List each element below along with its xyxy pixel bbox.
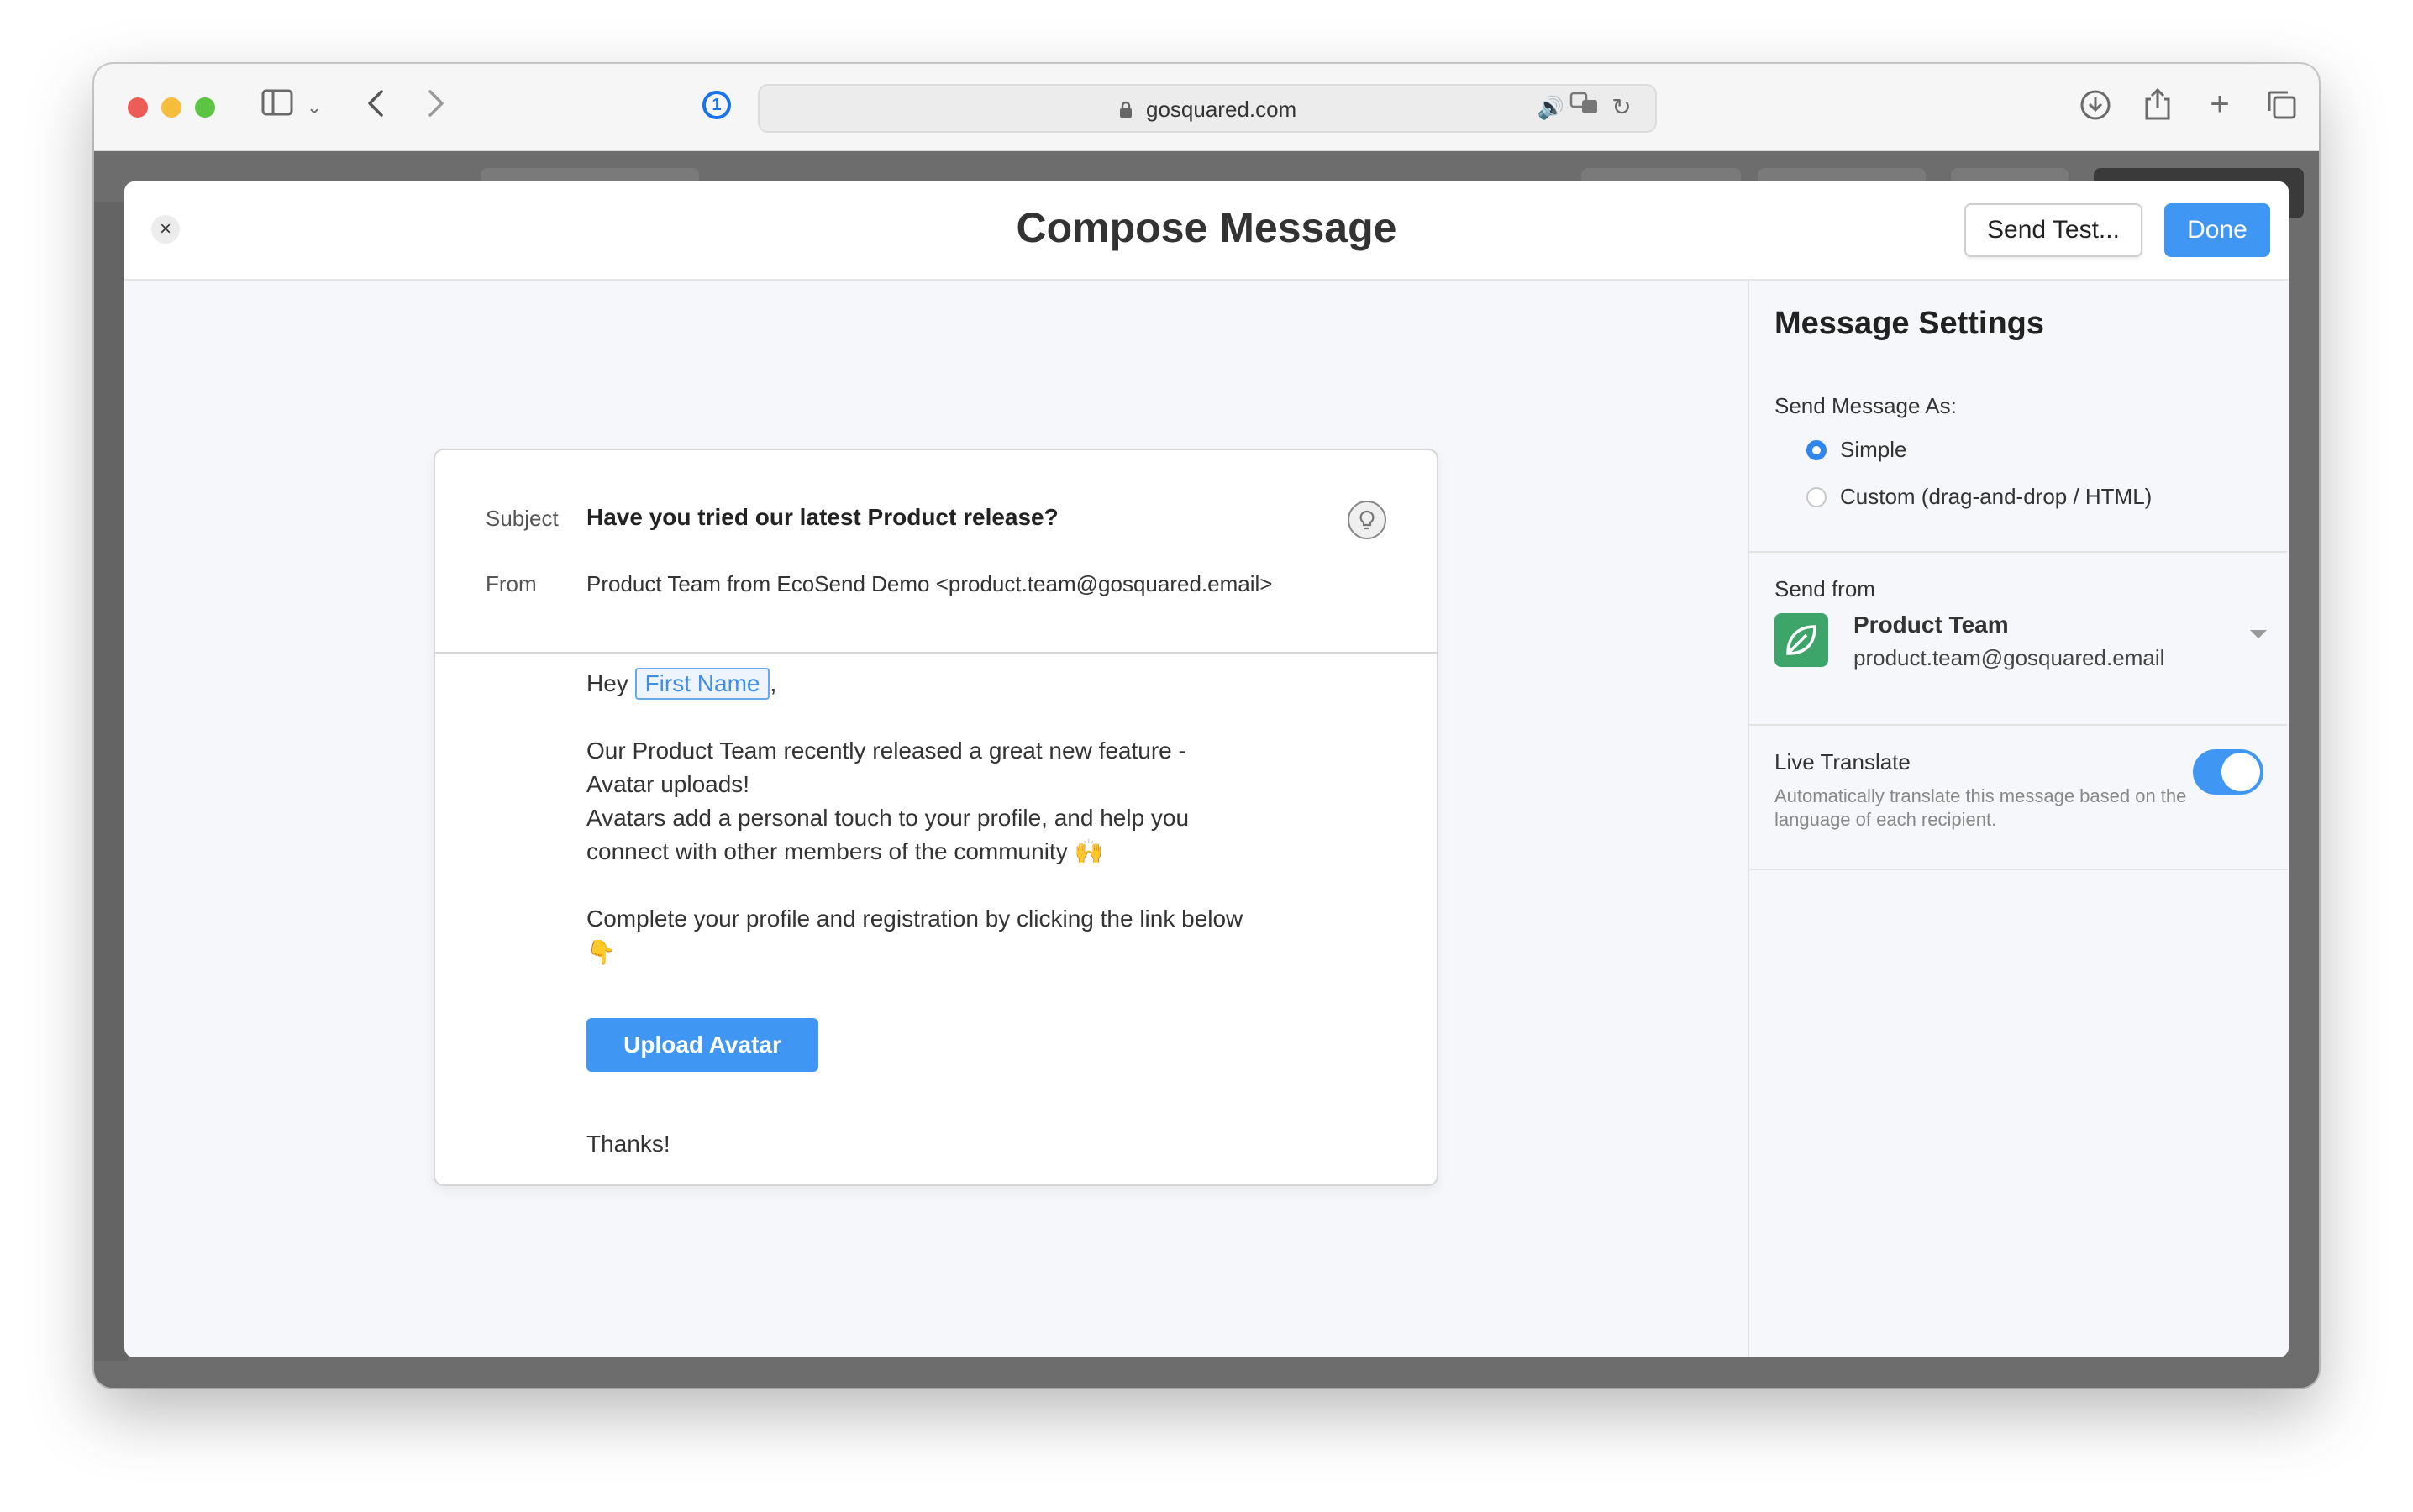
radio-custom[interactable] — [1806, 487, 1827, 507]
radio-simple[interactable] — [1806, 440, 1827, 460]
live-translate-section: Live Translate Automatically translate t… — [1749, 724, 2287, 870]
body-paragraph-3[interactable]: Complete your profile and registration b… — [586, 902, 1259, 969]
signoff-text[interactable]: Thanks! — [586, 1127, 1259, 1161]
zoom-window-button[interactable] — [195, 97, 215, 118]
share-icon[interactable] — [2139, 87, 2176, 129]
settings-title: Message Settings — [1774, 306, 2044, 341]
from-field[interactable]: Product Team from EcoSend Demo <product.… — [586, 571, 1272, 597]
back-icon[interactable] — [363, 89, 388, 125]
upload-avatar-button[interactable]: Upload Avatar — [586, 1018, 818, 1072]
greeting-line[interactable]: Hey First Name, — [586, 667, 1259, 701]
radio-custom-label[interactable]: Custom (drag-and-drop / HTML) — [1840, 484, 2152, 510]
first-name-merge-tag[interactable]: First Name — [634, 668, 770, 700]
send-test-button[interactable]: Send Test... — [1964, 203, 2142, 257]
subject-label: Subject — [486, 506, 559, 531]
backdrop-sidebar — [94, 202, 128, 1361]
send-from-section: Send from Product Team product.team@gosq… — [1749, 551, 2287, 726]
lock-icon — [1118, 97, 1146, 122]
tab-overview-icon[interactable] — [2263, 89, 2300, 129]
greeting-suffix: , — [770, 670, 777, 696]
downloads-icon[interactable] — [2077, 89, 2114, 129]
email-editor-area: Subject Have you tried our latest Produc… — [124, 281, 1748, 1357]
done-button[interactable]: Done — [2164, 203, 2270, 257]
translate-icon[interactable] — [1568, 91, 1601, 125]
browser-toolbar: ⌄ 1 gosquared.com 🔊 ↻ + — [94, 64, 2319, 151]
close-window-button[interactable] — [128, 97, 148, 118]
new-tab-icon[interactable]: + — [2203, 87, 2237, 121]
send-from-label: Send from — [1774, 576, 1875, 601]
reload-icon[interactable]: ↻ — [1606, 91, 1637, 124]
modal-header: × Compose Message Send Test... Done — [124, 181, 2289, 281]
live-translate-label: Live Translate — [1774, 749, 1911, 774]
message-settings-panel: Message Settings Send Message As: Simple… — [1748, 281, 2289, 1357]
lightbulb-icon[interactable] — [1348, 501, 1386, 539]
radio-simple-label[interactable]: Simple — [1840, 437, 1906, 463]
chevron-down-icon[interactable]: ⌄ — [304, 91, 324, 124]
chevron-down-icon[interactable] — [2250, 630, 2267, 638]
send-as-label: Send Message As: — [1774, 393, 1957, 418]
email-header: Subject Have you tried our latest Produc… — [435, 450, 1437, 654]
email-card: Subject Have you tried our latest Produc… — [434, 449, 1438, 1186]
url-text: gosquared.com — [760, 97, 1655, 123]
sender-name: Product Team — [1853, 612, 2009, 638]
toggle-knob — [2221, 753, 2260, 791]
body-paragraph-2[interactable]: Avatars add a personal touch to your pro… — [586, 801, 1259, 869]
send-as-section: Message Settings Send Message As: Simple… — [1749, 281, 2287, 553]
sender-email: product.team@gosquared.email — [1853, 645, 2165, 670]
address-bar[interactable]: gosquared.com 🔊 ↻ — [758, 84, 1657, 133]
compose-message-modal: × Compose Message Send Test... Done Subj… — [124, 181, 2289, 1357]
sidebar-toggle-icon[interactable] — [259, 89, 296, 123]
speaker-icon[interactable]: 🔊 — [1536, 91, 1566, 124]
password-manager-icon[interactable]: 1 — [702, 91, 731, 119]
from-label: From — [486, 571, 537, 596]
body-paragraph-1[interactable]: Our Product Team recently released a gre… — [586, 734, 1259, 801]
leaf-icon — [1774, 613, 1828, 667]
live-translate-description: Automatically translate this message bas… — [1774, 785, 2187, 830]
minimize-window-button[interactable] — [161, 97, 181, 118]
subject-field[interactable]: Have you tried our latest Product releas… — [586, 504, 1059, 531]
live-translate-toggle[interactable] — [2193, 749, 2263, 795]
greeting-text: Hey — [586, 670, 628, 696]
forward-icon[interactable] — [423, 89, 449, 125]
